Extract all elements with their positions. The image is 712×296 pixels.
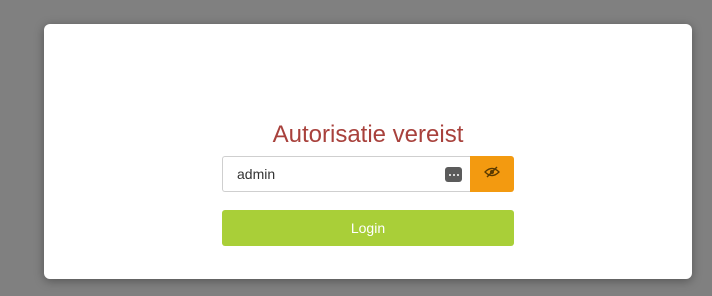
password-manager-icon[interactable]: [445, 167, 462, 182]
password-field-wrapper: [222, 156, 470, 192]
password-field-group: [222, 156, 514, 192]
page-title: Autorisatie vereist: [272, 121, 464, 148]
toggle-password-visibility-button[interactable]: [470, 156, 514, 192]
eye-slash-icon: [484, 165, 500, 183]
password-input[interactable]: [223, 157, 443, 191]
login-card: Autorisatie vereist Login: [44, 24, 692, 279]
login-button[interactable]: Login: [222, 210, 514, 246]
